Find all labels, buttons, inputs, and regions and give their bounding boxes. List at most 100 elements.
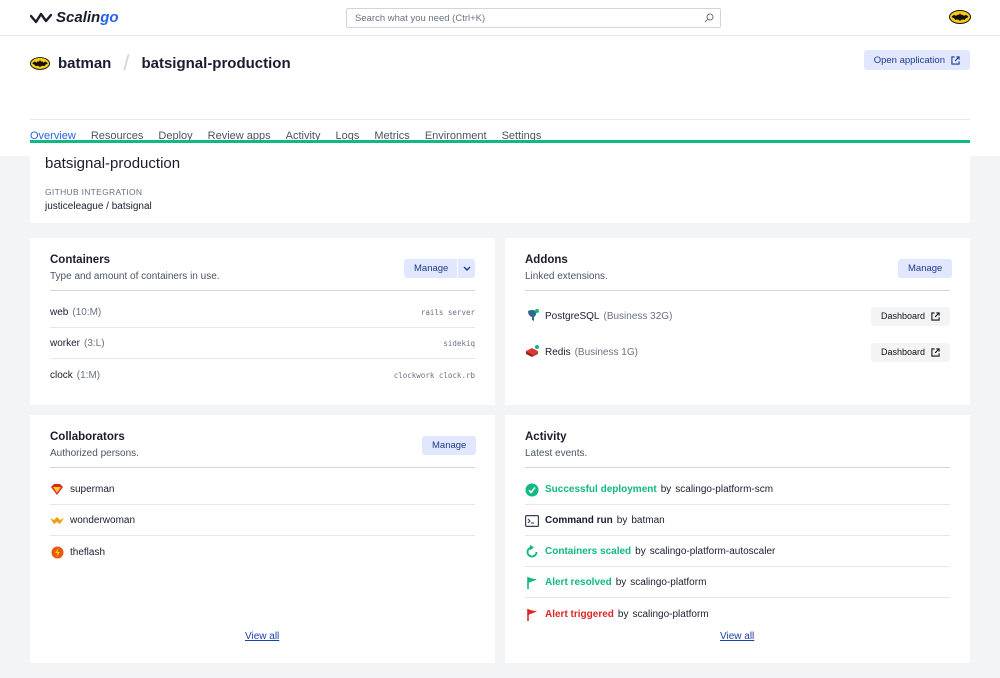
activity-by: by xyxy=(635,546,646,557)
app-summary-card: batsignal-production GITHUB INTEGRATION … xyxy=(30,140,970,223)
container-size: (10:M) xyxy=(72,307,102,318)
scalingo-logo-icon xyxy=(30,12,52,23)
activity-actor: scalingo-platform xyxy=(630,577,707,588)
activity-view-all-link[interactable]: View all xyxy=(720,631,754,642)
addons-card: Addons Linked extensions. Manage Postgre… xyxy=(505,238,970,405)
activity-card: Activity Latest events. Successful deplo… xyxy=(505,415,970,663)
github-integration-label: GITHUB INTEGRATION xyxy=(45,187,143,197)
search-icon[interactable] xyxy=(704,13,714,23)
activity-event: Alert resolved xyxy=(545,577,612,588)
addon-dashboard-button[interactable]: Dashboard xyxy=(870,306,950,326)
activity-row[interactable]: Containers scaled by scalingo-platform-a… xyxy=(525,537,950,567)
activity-row[interactable]: Alert triggered by scalingo-platform xyxy=(525,599,950,629)
container-command: sidekiq xyxy=(443,339,475,348)
divider xyxy=(525,290,950,291)
addons-subtitle: Linked extensions. xyxy=(525,271,608,282)
breadcrumb-owner[interactable]: batman xyxy=(58,55,111,72)
logo-text: Scalingo xyxy=(56,9,119,26)
redis-icon xyxy=(525,345,539,359)
owner-avatar-icon xyxy=(30,56,50,70)
activity-event: Alert triggered xyxy=(545,608,614,620)
container-row: clock (1:M) clockwork clock.rb xyxy=(50,360,475,390)
theflash-avatar-icon xyxy=(50,545,64,559)
activity-row[interactable]: Alert resolved by scalingo-platform xyxy=(525,568,950,598)
addon-name: Redis xyxy=(545,346,571,358)
addon-plan: (Business 32G) xyxy=(603,310,673,322)
activity-actor: scalingo-platform xyxy=(632,608,709,620)
activity-event: Command run xyxy=(545,515,613,526)
open-application-button[interactable]: Open application xyxy=(863,50,970,70)
activity-by: by xyxy=(660,484,672,495)
external-link-icon xyxy=(931,347,940,357)
addon-name: PostgreSQL xyxy=(545,310,600,322)
scalingo-logo[interactable]: Scalingo xyxy=(30,9,119,26)
breadcrumb: batman / batsignal-production xyxy=(30,50,291,76)
activity-row[interactable]: Command run by batman xyxy=(525,506,950,536)
top-bar: Scalingo xyxy=(0,0,1000,36)
activity-actor: scalingo-platform-scm xyxy=(675,484,774,495)
collaborators-title: Collaborators xyxy=(50,431,125,443)
container-size: (3:L) xyxy=(84,338,105,349)
container-command: clockwork clock.rb xyxy=(393,370,475,380)
collaborator-row[interactable]: wonderwoman xyxy=(50,506,475,536)
external-link-icon xyxy=(931,311,940,321)
containers-manage-dropdown[interactable] xyxy=(457,259,475,278)
app-header: batman / batsignal-production Open appli… xyxy=(0,36,1000,120)
activity-by: by xyxy=(617,608,629,620)
flag-icon xyxy=(525,607,539,621)
search-box[interactable] xyxy=(346,8,721,28)
search-input[interactable] xyxy=(347,9,687,27)
flag-icon xyxy=(525,576,539,590)
user-avatar-batman-icon[interactable] xyxy=(949,10,971,24)
container-command: rails server xyxy=(420,308,475,317)
github-integration-repo[interactable]: justiceleague / batsignal xyxy=(45,201,152,212)
app-title: batsignal-production xyxy=(45,155,181,172)
collaborator-name: superman xyxy=(70,484,115,495)
addon-dashboard-button[interactable]: Dashboard xyxy=(870,342,950,362)
divider xyxy=(50,467,475,468)
addons-title: Addons xyxy=(525,254,568,266)
activity-by: by xyxy=(615,577,627,588)
collaborators-card: Collaborators Authorized persons. Manage… xyxy=(30,415,495,663)
divider xyxy=(50,290,475,291)
activity-event: Successful deployment xyxy=(545,484,657,495)
addon-dashboard-label: Dashboard xyxy=(880,311,925,321)
containers-title: Containers xyxy=(50,254,111,266)
activity-event: Containers scaled xyxy=(545,546,632,557)
chevron-down-icon xyxy=(463,266,470,271)
collaborator-row[interactable]: superman xyxy=(50,475,475,505)
container-row: web (10:M) rails server xyxy=(50,298,475,328)
collaborators-view-all-link[interactable]: View all xyxy=(245,631,279,642)
superman-avatar-icon xyxy=(50,483,64,497)
containers-subtitle: Type and amount of containers in use. xyxy=(50,271,220,282)
collaborators-manage-button[interactable]: Manage xyxy=(422,436,477,455)
addons-manage-button[interactable]: Manage xyxy=(898,259,953,278)
activity-row[interactable]: Successful deployment by scalingo-platfo… xyxy=(525,475,950,505)
container-size: (1:M) xyxy=(76,369,101,381)
breadcrumb-app[interactable]: batsignal-production xyxy=(141,55,290,72)
open-application-label: Open application xyxy=(873,54,945,66)
collaborator-name: theflash xyxy=(70,546,106,558)
external-link-icon xyxy=(951,55,960,65)
wonderwoman-avatar-icon xyxy=(50,514,64,528)
collaborator-row[interactable]: theflash xyxy=(50,537,475,567)
collaborator-name: wonderwoman xyxy=(70,515,136,526)
activity-by: by xyxy=(616,515,628,526)
postgresql-icon xyxy=(525,309,539,323)
addon-dashboard-label: Dashboard xyxy=(880,347,925,357)
container-row: worker (3:L) sidekiq xyxy=(50,329,475,359)
containers-card: Containers Type and amount of containers… xyxy=(30,238,495,405)
activity-actor: batman xyxy=(631,515,665,526)
activity-actor: scalingo-platform-autoscaler xyxy=(649,546,776,557)
divider xyxy=(525,467,950,468)
collaborators-subtitle: Authorized persons. xyxy=(50,448,139,459)
container-type: worker xyxy=(50,338,81,349)
containers-manage-button[interactable]: Manage xyxy=(404,259,457,278)
breadcrumb-separator: / xyxy=(123,50,130,75)
check-circle-icon xyxy=(525,483,539,497)
activity-title: Activity xyxy=(525,431,567,443)
addon-row: PostgreSQL (Business 32G) Dashboard xyxy=(525,300,950,332)
activity-subtitle: Latest events. xyxy=(525,448,588,459)
refresh-icon xyxy=(525,544,539,559)
addon-row: Redis (Business 1G) Dashboard xyxy=(525,336,950,368)
